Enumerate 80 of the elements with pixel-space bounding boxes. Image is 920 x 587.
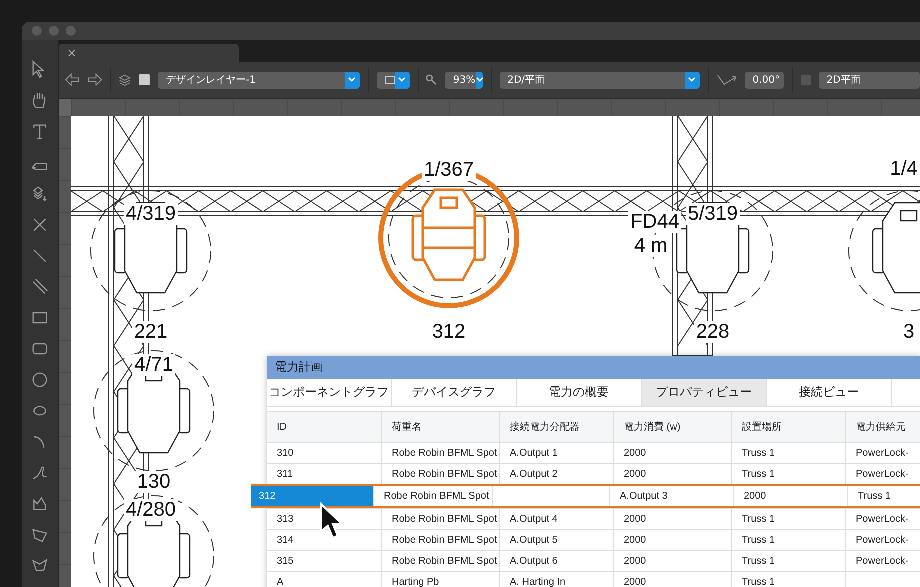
dropdown-caret-icon[interactable] bbox=[344, 72, 360, 88]
table-cell: A.Output 1 bbox=[510, 448, 558, 458]
zoom-icon[interactable] bbox=[426, 74, 438, 86]
sheet-icon[interactable] bbox=[139, 74, 150, 86]
table-cell: A bbox=[277, 576, 284, 587]
table-cell: Robe Robin BFML Spot bbox=[392, 468, 498, 480]
selected-id-cell: 312 bbox=[251, 486, 373, 506]
dropdown-caret-icon[interactable] bbox=[684, 72, 700, 88]
column-header[interactable]: 電力供給元 bbox=[845, 412, 920, 442]
table-cell: Truss 1 bbox=[742, 514, 775, 524]
table-cell: 315 bbox=[277, 556, 294, 566]
table-cell: Robe Robin BFML Spot bbox=[392, 534, 498, 546]
back-arrow-icon[interactable] bbox=[65, 73, 80, 87]
table-cell: Truss 1 bbox=[742, 534, 775, 546]
fixture-number: 221 bbox=[132, 321, 170, 343]
table-cell: 2000 bbox=[624, 514, 646, 524]
table-cell: PowerLock- bbox=[856, 468, 909, 480]
table-cell: PowerLock- bbox=[856, 514, 909, 524]
table-cell: 2000 bbox=[624, 576, 646, 587]
table-cell: A. Harting In bbox=[510, 576, 566, 587]
table-cell: A.Output 3 bbox=[620, 490, 668, 502]
zoom-dropdown[interactable]: 93% bbox=[445, 72, 483, 88]
fixture-label: 5/319 bbox=[686, 203, 740, 225]
table-cell: Robe Robin BFML Spot bbox=[392, 556, 498, 566]
panel-title: 電力計画 bbox=[267, 356, 920, 379]
table-cell: 2000 bbox=[624, 556, 646, 566]
layer-dropdown[interactable]: デザインレイヤー-1 bbox=[158, 72, 360, 88]
forward-arrow-icon[interactable] bbox=[88, 73, 102, 87]
dropdown-caret-icon[interactable] bbox=[476, 72, 483, 88]
fixture-label: 4/319 bbox=[124, 203, 178, 225]
window-control-dot[interactable] bbox=[32, 26, 42, 36]
panel-tab[interactable]: コンポーネントグラフ bbox=[267, 379, 392, 406]
column-header[interactable]: 電力消費 (w) bbox=[613, 412, 731, 442]
fixture-label: 4/280 bbox=[124, 499, 178, 521]
panel-tab[interactable]: プロパティビュー bbox=[642, 379, 767, 406]
table-cell: 310 bbox=[277, 448, 294, 458]
table-cell: Truss 1 bbox=[858, 490, 891, 502]
table-cell: A.Output 2 bbox=[510, 468, 558, 480]
visibility-dropdown[interactable] bbox=[376, 72, 410, 88]
table-cell: PowerLock- bbox=[856, 448, 909, 458]
table-cell: 311 bbox=[277, 468, 293, 480]
angle-field[interactable]: 0.00° bbox=[744, 72, 784, 88]
table-cell: 314 bbox=[277, 534, 294, 546]
column-header[interactable]: 設置場所 bbox=[731, 412, 845, 442]
dimension-label: FD44 bbox=[628, 211, 682, 233]
window-control-dot[interactable] bbox=[49, 26, 59, 36]
fixture-number: 228 bbox=[694, 321, 732, 343]
table-cell: A.Output 6 bbox=[510, 556, 558, 566]
table-cell: Truss 1 bbox=[742, 448, 775, 458]
table-cell: Robe Robin BFML Spot bbox=[384, 490, 490, 502]
table-cell: Truss 1 bbox=[742, 468, 775, 480]
table-cell: Truss 1 bbox=[742, 576, 775, 587]
table-cell: Truss 1 bbox=[742, 556, 775, 566]
table-cell: Robe Robin BFML Spot bbox=[392, 514, 498, 524]
table-cell: 2000 bbox=[744, 490, 766, 502]
fixture-number: 130 bbox=[135, 471, 173, 493]
angle-icon[interactable] bbox=[716, 73, 737, 87]
layers-icon[interactable] bbox=[119, 74, 132, 86]
table-cell: PowerLock- bbox=[856, 534, 909, 546]
table-cell: A.Output 5 bbox=[510, 534, 558, 546]
view-dropdown[interactable]: 2D/平面 bbox=[500, 72, 700, 88]
selected-table-row[interactable]: 312 Robe Robin BFML Spot A.Output 3 2000 Truss 1 bbox=[251, 484, 920, 508]
table-cell: Harting Pb bbox=[392, 576, 440, 587]
table-cell: PowerLock- bbox=[856, 556, 909, 566]
column-header[interactable]: 接続電力分配器 bbox=[499, 412, 613, 442]
table-cell: Robe Robin BFML Spot bbox=[392, 448, 498, 458]
column-header[interactable]: ID bbox=[267, 412, 381, 442]
fixture-label: 4/71 bbox=[132, 354, 176, 376]
column-header[interactable]: 荷重名 bbox=[381, 412, 499, 442]
fixture-label: 1/367 bbox=[422, 159, 476, 181]
close-tab-button[interactable]: × bbox=[67, 46, 78, 60]
table-cell: 2000 bbox=[624, 448, 646, 458]
table-cell: 2000 bbox=[624, 534, 646, 546]
dropdown-caret-icon[interactable] bbox=[394, 72, 410, 88]
table-cell: 2000 bbox=[624, 468, 646, 480]
ruler-corner bbox=[59, 99, 71, 116]
render-mode-dropdown[interactable]: 2D平面 bbox=[818, 72, 920, 88]
table-cell: A.Output 4 bbox=[510, 514, 558, 524]
window-control-dot[interactable] bbox=[66, 26, 76, 36]
table-cell: 313 bbox=[277, 514, 294, 524]
